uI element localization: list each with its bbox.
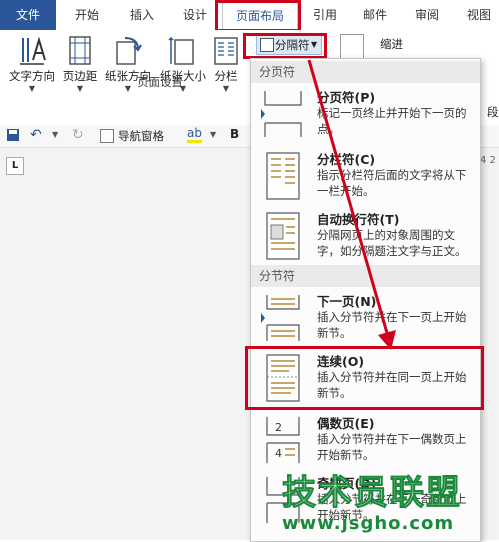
red-arrow-icon — [307, 59, 396, 350]
watermark-title: 技术员联盟 — [282, 473, 462, 514]
watermark: 技术员联盟 www.jsgho.com — [282, 473, 462, 535]
watermark-url: www.jsgho.com — [282, 513, 455, 534]
